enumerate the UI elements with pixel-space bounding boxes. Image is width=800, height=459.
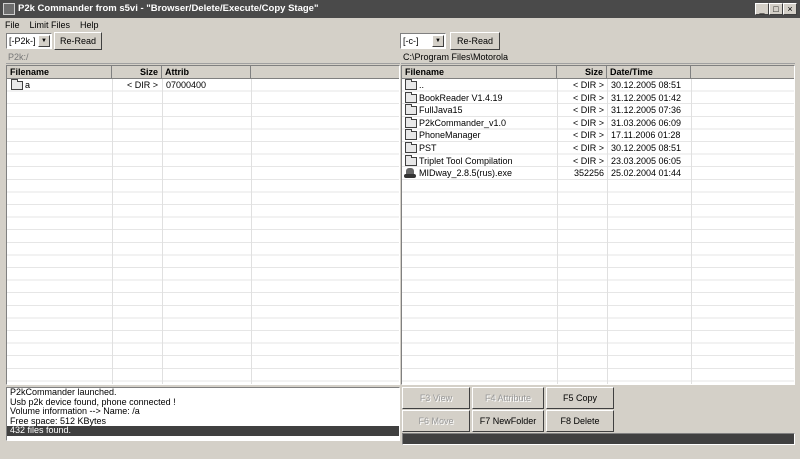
column-header-attrib[interactable]: Attrib — [162, 66, 251, 79]
menu-help[interactable]: Help — [75, 18, 104, 32]
file-row[interactable]: MIDway_2.8.5(rus).exe 352256 25.02.2004 … — [402, 167, 691, 180]
file-size: < DIR > — [572, 155, 604, 166]
file-row[interactable]: BookReader V1.4.19 < DIR > 31.12.2005 01… — [402, 91, 691, 105]
left-drive-select[interactable]: [-P2k-] ▼ — [6, 33, 52, 49]
left-rows-area — [7, 79, 399, 384]
file-row[interactable]: PST < DIR > 30.12.2005 08:51 — [402, 142, 691, 155]
column-header-size[interactable]: Size — [557, 66, 607, 79]
column-divider — [162, 79, 163, 384]
file-date: 31.03.2006 06:09 — [611, 117, 682, 128]
folder-icon — [405, 79, 417, 90]
left-path: P2k:/ — [6, 51, 400, 64]
file-size: < DIR > — [572, 130, 604, 141]
column-divider — [251, 79, 252, 384]
move-button[interactable]: F6 Move — [402, 410, 470, 432]
app-icon[interactable] — [3, 3, 15, 15]
file-size: < DIR > — [572, 92, 604, 103]
file-row[interactable]: P2kCommander_v1.0 < DIR > 31.03.2006 06:… — [402, 116, 691, 130]
column-header-filename[interactable]: Filename — [7, 66, 112, 79]
attribute-button[interactable]: F4 Attribute — [472, 387, 544, 409]
file-size: < DIR > — [572, 105, 604, 116]
column-header-size[interactable]: Size — [112, 66, 162, 79]
folder-icon — [405, 129, 417, 141]
log-line-selected: 432 files found. — [7, 426, 399, 436]
menu-bar: File Limit Files Help — [0, 18, 800, 32]
progress-bar — [402, 433, 795, 445]
file-date: 30.12.2005 08:51 — [611, 143, 682, 153]
file-size: < DIR > — [572, 80, 604, 90]
file-size: < DIR > — [126, 80, 158, 90]
file-name: P2kCommander_v1.0 — [419, 117, 507, 128]
file-name: .. — [419, 80, 425, 90]
folder-icon — [405, 154, 417, 166]
window-title: P2k Commander from s5vi - "Browser/Delet… — [18, 3, 319, 14]
file-date: 23.03.2005 06:05 — [611, 155, 682, 166]
folder-icon — [405, 104, 417, 116]
column-header-empty — [691, 66, 794, 79]
file-row[interactable]: .. < DIR > 30.12.2005 08:51 — [402, 79, 691, 92]
column-header-date[interactable]: Date/Time — [607, 66, 691, 79]
file-date: 31.12.2005 01:42 — [611, 92, 682, 103]
left-drive-value: [-P2k-] — [9, 36, 36, 46]
close-button[interactable]: × — [783, 3, 797, 15]
title-bar: P2k Commander from s5vi - "Browser/Delet… — [0, 0, 800, 18]
right-drive-select[interactable]: [-c-] ▼ — [400, 33, 446, 49]
file-date: 25.02.2004 01:44 — [611, 168, 682, 179]
file-row[interactable]: Triplet Tool Compilation < DIR > 23.03.2… — [402, 154, 691, 168]
chevron-down-icon[interactable]: ▼ — [38, 35, 50, 47]
delete-button[interactable]: F8 Delete — [546, 410, 614, 432]
column-divider — [691, 79, 692, 384]
file-date: 31.12.2005 07:36 — [611, 105, 682, 116]
file-name: a — [25, 80, 31, 90]
column-divider — [112, 79, 113, 384]
new-folder-button[interactable]: F7 NewFolder — [472, 410, 544, 432]
column-header-filename[interactable]: Filename — [402, 66, 557, 79]
file-row[interactable]: FullJava15 < DIR > 31.12.2005 07:36 — [402, 104, 691, 117]
minimize-button[interactable]: _ — [755, 3, 769, 15]
file-date: 17.11.2006 01:28 — [611, 130, 681, 141]
file-name: PST — [419, 143, 437, 153]
view-button[interactable]: F3 View — [402, 387, 470, 409]
log-panel[interactable]: P2kCommander launched. Usb p2k device fo… — [6, 387, 400, 441]
file-size: 352256 — [573, 168, 604, 179]
folder-icon — [11, 79, 23, 90]
copy-button[interactable]: F5 Copy — [546, 387, 614, 409]
file-date: 30.12.2005 08:51 — [611, 80, 682, 90]
folder-icon — [405, 91, 417, 103]
file-attrib: 07000400 — [166, 80, 207, 90]
menu-limit-files[interactable]: Limit Files — [25, 18, 76, 32]
chevron-down-icon[interactable]: ▼ — [432, 35, 444, 47]
file-size: < DIR > — [572, 117, 604, 128]
file-name: FullJava15 — [419, 105, 463, 116]
file-name: Triplet Tool Compilation — [419, 155, 513, 166]
right-path: C:\Program Files\Motorola — [401, 51, 795, 64]
file-name: PhoneManager — [419, 130, 481, 141]
right-reread-button[interactable]: Re-Read — [450, 32, 500, 50]
maximize-button[interactable]: □ — [769, 3, 783, 15]
menu-file[interactable]: File — [0, 18, 25, 32]
right-drive-value: [-c-] — [403, 36, 419, 46]
file-size: < DIR > — [572, 143, 604, 153]
right-file-list[interactable]: Filename Size Date/Time .. < DIR > 30.12… — [401, 65, 795, 385]
left-file-list[interactable]: Filename Size Attrib a < DIR > 07000400 — [6, 65, 400, 385]
column-header-empty — [251, 66, 399, 79]
file-name: BookReader V1.4.19 — [419, 92, 503, 103]
file-name: MIDway_2.8.5(rus).exe — [419, 168, 513, 179]
folder-icon — [405, 116, 417, 128]
folder-icon — [405, 142, 417, 153]
left-reread-button[interactable]: Re-Read — [54, 32, 102, 50]
file-row[interactable]: a < DIR > 07000400 — [7, 79, 251, 92]
file-row[interactable]: PhoneManager < DIR > 17.11.2006 01:28 — [402, 129, 691, 142]
executable-icon — [404, 168, 416, 179]
